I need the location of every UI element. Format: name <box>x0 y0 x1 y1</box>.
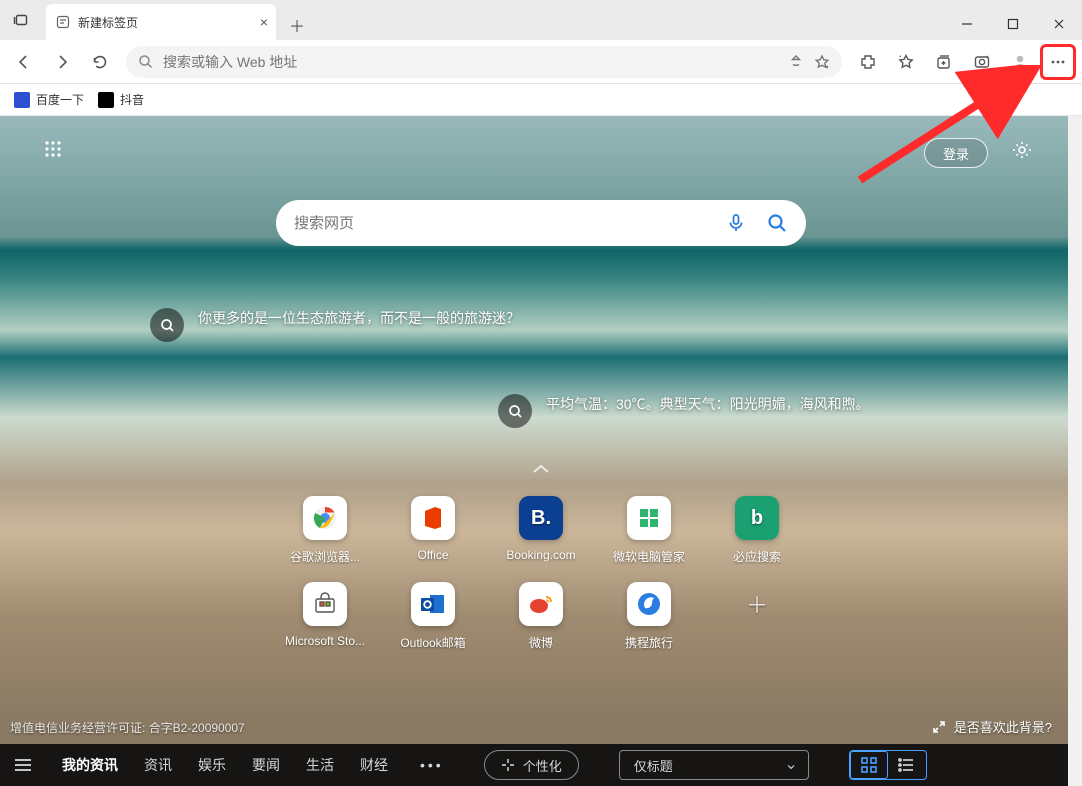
toolbar <box>0 40 1082 84</box>
feed-tab-finance[interactable]: 财经 <box>360 755 388 775</box>
bookmark-baidu[interactable]: 百度一下 <box>14 91 84 108</box>
tile-pcmanager[interactable]: 微软电脑管家 <box>597 496 701 582</box>
tab-close-icon[interactable]: × <box>260 14 268 30</box>
extensions-button[interactable] <box>850 44 886 80</box>
back-button[interactable] <box>6 44 42 80</box>
view-toggle <box>849 750 927 780</box>
tile-weibo[interactable]: 微博 <box>489 582 593 668</box>
voice-search-icon[interactable] <box>726 213 746 233</box>
address-input[interactable] <box>163 54 778 70</box>
tile-chrome[interactable]: 谷歌浏览器... <box>273 496 377 582</box>
address-bar[interactable] <box>126 46 842 78</box>
window-controls <box>944 8 1082 40</box>
maximize-button[interactable] <box>990 8 1036 40</box>
background-like-prompt[interactable]: 是否喜欢此背景? <box>932 717 1052 736</box>
bookmark-label: 抖音 <box>120 91 144 108</box>
search-icon <box>498 394 532 428</box>
login-button[interactable]: 登录 <box>924 138 988 168</box>
tile-msstore[interactable]: Microsoft Sto... <box>273 582 377 668</box>
bookmark-icon <box>98 92 114 108</box>
tab-new[interactable]: 新建标签页 × <box>46 4 276 40</box>
apps-launcher-icon[interactable] <box>44 140 74 170</box>
more-menu-button[interactable] <box>1040 44 1076 80</box>
bookmark-douyin[interactable]: 抖音 <box>98 91 144 108</box>
collections-button[interactable] <box>926 44 962 80</box>
sparkle-icon <box>501 758 515 772</box>
bookmark-label: 百度一下 <box>36 91 84 108</box>
discover-chip[interactable]: 你更多的是一位生态旅游者，而不是一般的旅游迷？ <box>150 308 520 342</box>
list-view-button[interactable] <box>888 751 926 779</box>
web-search-box[interactable] <box>276 200 806 246</box>
feed-tab-myfeed[interactable]: 我的资讯 <box>62 755 118 775</box>
search-icon <box>138 54 153 69</box>
expand-icon <box>932 720 946 734</box>
tile-outlook[interactable]: Outlook邮箱 <box>381 582 485 668</box>
tab-favicon <box>56 15 70 29</box>
layout-select[interactable]: 仅标题 <box>619 750 809 780</box>
tile-office[interactable]: Office <box>381 496 485 582</box>
settings-gear-icon[interactable] <box>1012 140 1032 160</box>
plus-icon: ＋ <box>735 582 779 626</box>
web-search-input[interactable] <box>294 215 726 232</box>
grid-view-button[interactable] <box>850 751 888 779</box>
feed-tab-top[interactable]: 要闻 <box>252 755 280 775</box>
new-tab-button[interactable]: ＋ <box>282 10 312 40</box>
search-submit-icon[interactable] <box>766 212 788 234</box>
chip-text: 平均气温：30℃。典型天气：阳光明媚，海风和煦。 <box>546 394 870 416</box>
titlebar: 新建标签页 × ＋ <box>0 0 1082 40</box>
feed-tab-news[interactable]: 资讯 <box>144 755 172 775</box>
tab-title: 新建标签页 <box>78 14 138 31</box>
license-text: 增值电信业务经营许可证: 合字B2-20090007 <box>10 719 245 736</box>
screenshot-button[interactable] <box>964 44 1000 80</box>
favorite-star-icon[interactable] <box>814 54 830 70</box>
hamburger-icon[interactable] <box>14 758 32 772</box>
tile-bing[interactable]: b必应搜索 <box>705 496 809 582</box>
favorites-button[interactable] <box>888 44 924 80</box>
bookmark-bar: 百度一下 抖音 <box>0 84 1082 116</box>
minimize-button[interactable] <box>944 8 990 40</box>
feed-more-icon[interactable]: ••• <box>420 757 444 773</box>
profile-button[interactable] <box>1002 44 1038 80</box>
chip-text: 你更多的是一位生态旅游者，而不是一般的旅游迷？ <box>198 308 520 330</box>
tab-actions-button[interactable] <box>0 0 42 40</box>
tile-booking[interactable]: B.Booking.com <box>489 496 593 582</box>
bookmark-icon <box>14 92 30 108</box>
collapse-chevron-icon[interactable] <box>531 462 551 476</box>
refresh-button[interactable] <box>82 44 118 80</box>
discover-chip[interactable]: 平均气温：30℃。典型天气：阳光明媚，海风和煦。 <box>498 394 870 428</box>
read-aloud-icon[interactable] <box>788 54 804 70</box>
feed-nav-bar: 我的资讯 资讯 娱乐 要闻 生活 财经 ••• 个性化 仅标题 <box>0 744 1068 786</box>
tile-ctrip[interactable]: 携程旅行 <box>597 582 701 668</box>
personalize-button[interactable]: 个性化 <box>484 750 579 780</box>
new-tab-content: 登录 你更多的是一位生态旅游者，而不是一般的旅游迷？ 平均气温：30℃。典型天气… <box>0 116 1082 786</box>
forward-button[interactable] <box>44 44 80 80</box>
quick-link-grid: 谷歌浏览器... Office B.Booking.com 微软电脑管家 b必应… <box>273 496 809 668</box>
search-icon <box>150 308 184 342</box>
feed-tab-entertainment[interactable]: 娱乐 <box>198 755 226 775</box>
close-window-button[interactable] <box>1036 8 1082 40</box>
tile-add[interactable]: ＋ <box>705 582 809 668</box>
scrollbar[interactable] <box>1068 116 1082 786</box>
feed-tab-life[interactable]: 生活 <box>306 755 334 775</box>
